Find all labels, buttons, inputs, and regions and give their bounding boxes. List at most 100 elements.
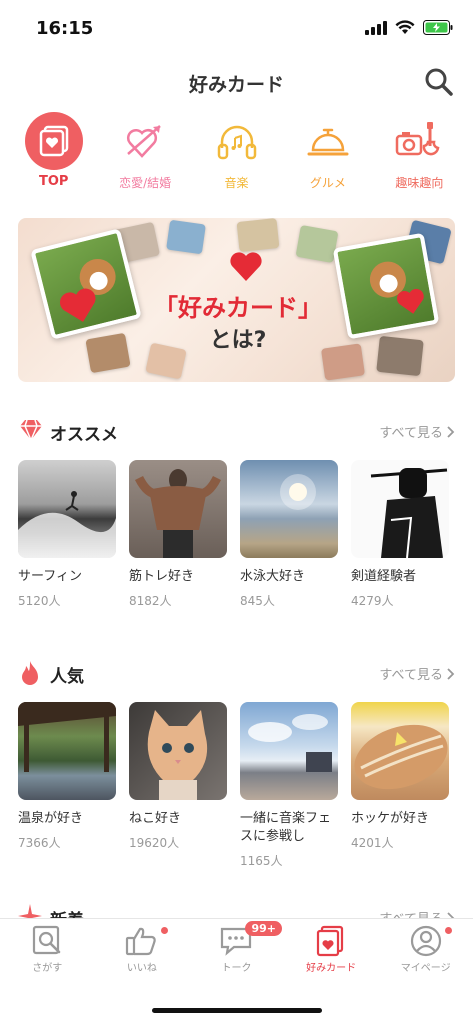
card-image — [129, 702, 227, 800]
tab-label: トーク — [221, 963, 252, 974]
tab-label: 好みカード — [306, 963, 357, 974]
card-name: 水泳大好き — [240, 569, 306, 584]
card-name: 筋トレ好き — [129, 569, 195, 584]
camera-guitar-icon — [396, 122, 440, 156]
tab-talk[interactable]: 99+ トーク — [191, 921, 283, 974]
signal-icon — [365, 20, 387, 35]
see-all-label: すべて見る — [379, 426, 443, 441]
tab-label: いいね — [126, 963, 157, 974]
card-cat[interactable]: ねこ好き 19620人 — [129, 702, 227, 869]
card-name: サーフィン — [18, 569, 82, 584]
card-fitness[interactable]: 筋トレ好き 8182人 — [129, 460, 227, 609]
category-gourmet-icon-wrap — [299, 112, 357, 170]
card-image — [129, 460, 227, 558]
about-banner[interactable]: 「好みカード」 とは? — [18, 218, 455, 382]
status-time: 16:15 — [36, 18, 94, 39]
card-count: 4279人 — [351, 594, 394, 608]
banner-photo — [236, 218, 280, 253]
banner-card-right — [332, 232, 440, 340]
card-hokke[interactable]: ホッケが好き 4201人 — [351, 702, 449, 869]
category-label: 音楽 — [224, 176, 249, 190]
category-love-icon-wrap — [116, 112, 174, 170]
category-top[interactable]: TOP — [8, 112, 99, 202]
banner-photo — [85, 332, 131, 374]
card-image — [240, 702, 338, 800]
card-image — [18, 460, 116, 558]
category-label: 恋愛/結婚 — [119, 176, 172, 190]
see-all-link[interactable]: すべて見る — [379, 422, 455, 441]
banner-photo — [295, 224, 339, 264]
search-button[interactable] — [423, 66, 455, 98]
section-header: 人気 すべて見る — [18, 660, 455, 687]
card-image — [351, 702, 449, 800]
card-list: サーフィン 5120人 筋トレ好き 8182人 水泳大好き 845人 剣道経験者… — [18, 460, 449, 609]
card-count: 1165人 — [240, 854, 283, 868]
card-count: 4201人 — [351, 836, 394, 850]
tab-mypage[interactable]: マイページ — [381, 925, 471, 974]
card-name: ねこ好き — [129, 811, 182, 826]
category-nav: TOP 恋愛/結婚 音楽 グルメ 趣味趣向 — [0, 112, 473, 202]
card-count: 19620人 — [129, 836, 180, 850]
card-onsen[interactable]: 温泉が好き 7366人 — [18, 702, 116, 869]
chevron-right-icon — [447, 425, 455, 438]
card-list: 温泉が好き 7366人 ねこ好き 19620人 一緒に音楽フェスに参戦し 116… — [18, 702, 449, 869]
section-new: 新着 すべて見る — [0, 904, 473, 918]
section-title: 新着 — [50, 906, 84, 918]
section-header: 新着 すべて見る — [18, 904, 455, 918]
card-image — [240, 460, 338, 558]
notification-dot — [444, 927, 452, 934]
battery-icon — [423, 20, 453, 35]
see-all-label: すべて見る — [379, 908, 443, 918]
category-label: 趣味趣向 — [395, 176, 444, 190]
card-count: 5120人 — [18, 594, 61, 608]
card-heart-icon — [316, 925, 344, 957]
tab-label: さがす — [32, 963, 63, 974]
thumbs-up-icon — [125, 927, 156, 956]
search-icon — [425, 68, 453, 96]
card-surfing[interactable]: サーフィン 5120人 — [18, 460, 116, 609]
category-hobby[interactable]: 趣味趣向 — [374, 112, 465, 202]
home-indicator — [152, 1008, 322, 1013]
card-music-fes[interactable]: 一緒に音楽フェスに参戦し 1165人 — [240, 702, 338, 869]
banner-photo — [376, 335, 424, 377]
card-image — [351, 460, 449, 558]
header: 好みカード — [0, 62, 473, 102]
section-header: オススメ すべて見る — [18, 418, 455, 445]
tab-search[interactable]: さがす — [2, 925, 92, 974]
tab-likes[interactable]: いいね — [97, 925, 187, 974]
flame-icon — [22, 661, 38, 685]
card-name: 温泉が好き — [18, 811, 84, 826]
banner-subtitle: とは? — [209, 328, 267, 353]
unread-badge: 99+ — [245, 921, 283, 936]
page-title: 好みカード — [188, 74, 284, 96]
card-kendo[interactable]: 剣道経験者 4279人 — [351, 460, 449, 609]
category-gourmet[interactable]: グルメ — [282, 112, 373, 202]
see-all-label: すべて見る — [379, 668, 443, 683]
heart-arrow-icon — [127, 125, 161, 158]
card-name: 一緒に音楽フェスに参戦し — [240, 811, 332, 844]
category-hobby-icon-wrap — [390, 112, 448, 170]
see-all-link[interactable]: すべて見る — [379, 664, 455, 683]
tab-label: マイページ — [400, 963, 451, 974]
category-label: TOP — [38, 174, 69, 189]
status-icons — [365, 20, 453, 35]
banner-title: 「好みカード」 — [154, 294, 322, 322]
section-recommended: オススメ すべて見る サーフィン 5120人 筋トレ好き 8182人 水泳大好き — [0, 418, 473, 618]
diamond-icon — [20, 419, 42, 441]
section-title: オススメ — [50, 425, 118, 445]
category-love[interactable]: 恋愛/結婚 — [99, 112, 190, 202]
category-music-icon-wrap — [208, 112, 266, 170]
wifi-icon — [395, 20, 415, 34]
see-all-link[interactable]: すべて見る — [379, 908, 455, 918]
card-name: ホッケが好き — [351, 811, 430, 826]
card-heart-icon — [39, 125, 68, 157]
heart-icon — [230, 252, 262, 281]
card-swimming[interactable]: 水泳大好き 845人 — [240, 460, 338, 609]
tab-cards[interactable]: 好みカード — [286, 925, 376, 974]
card-image — [18, 702, 116, 800]
person-icon — [410, 925, 441, 957]
category-music[interactable]: 音楽 — [191, 112, 282, 202]
banner-photo — [166, 219, 206, 255]
cloche-icon — [307, 128, 349, 156]
card-name: 剣道経験者 — [351, 569, 417, 584]
